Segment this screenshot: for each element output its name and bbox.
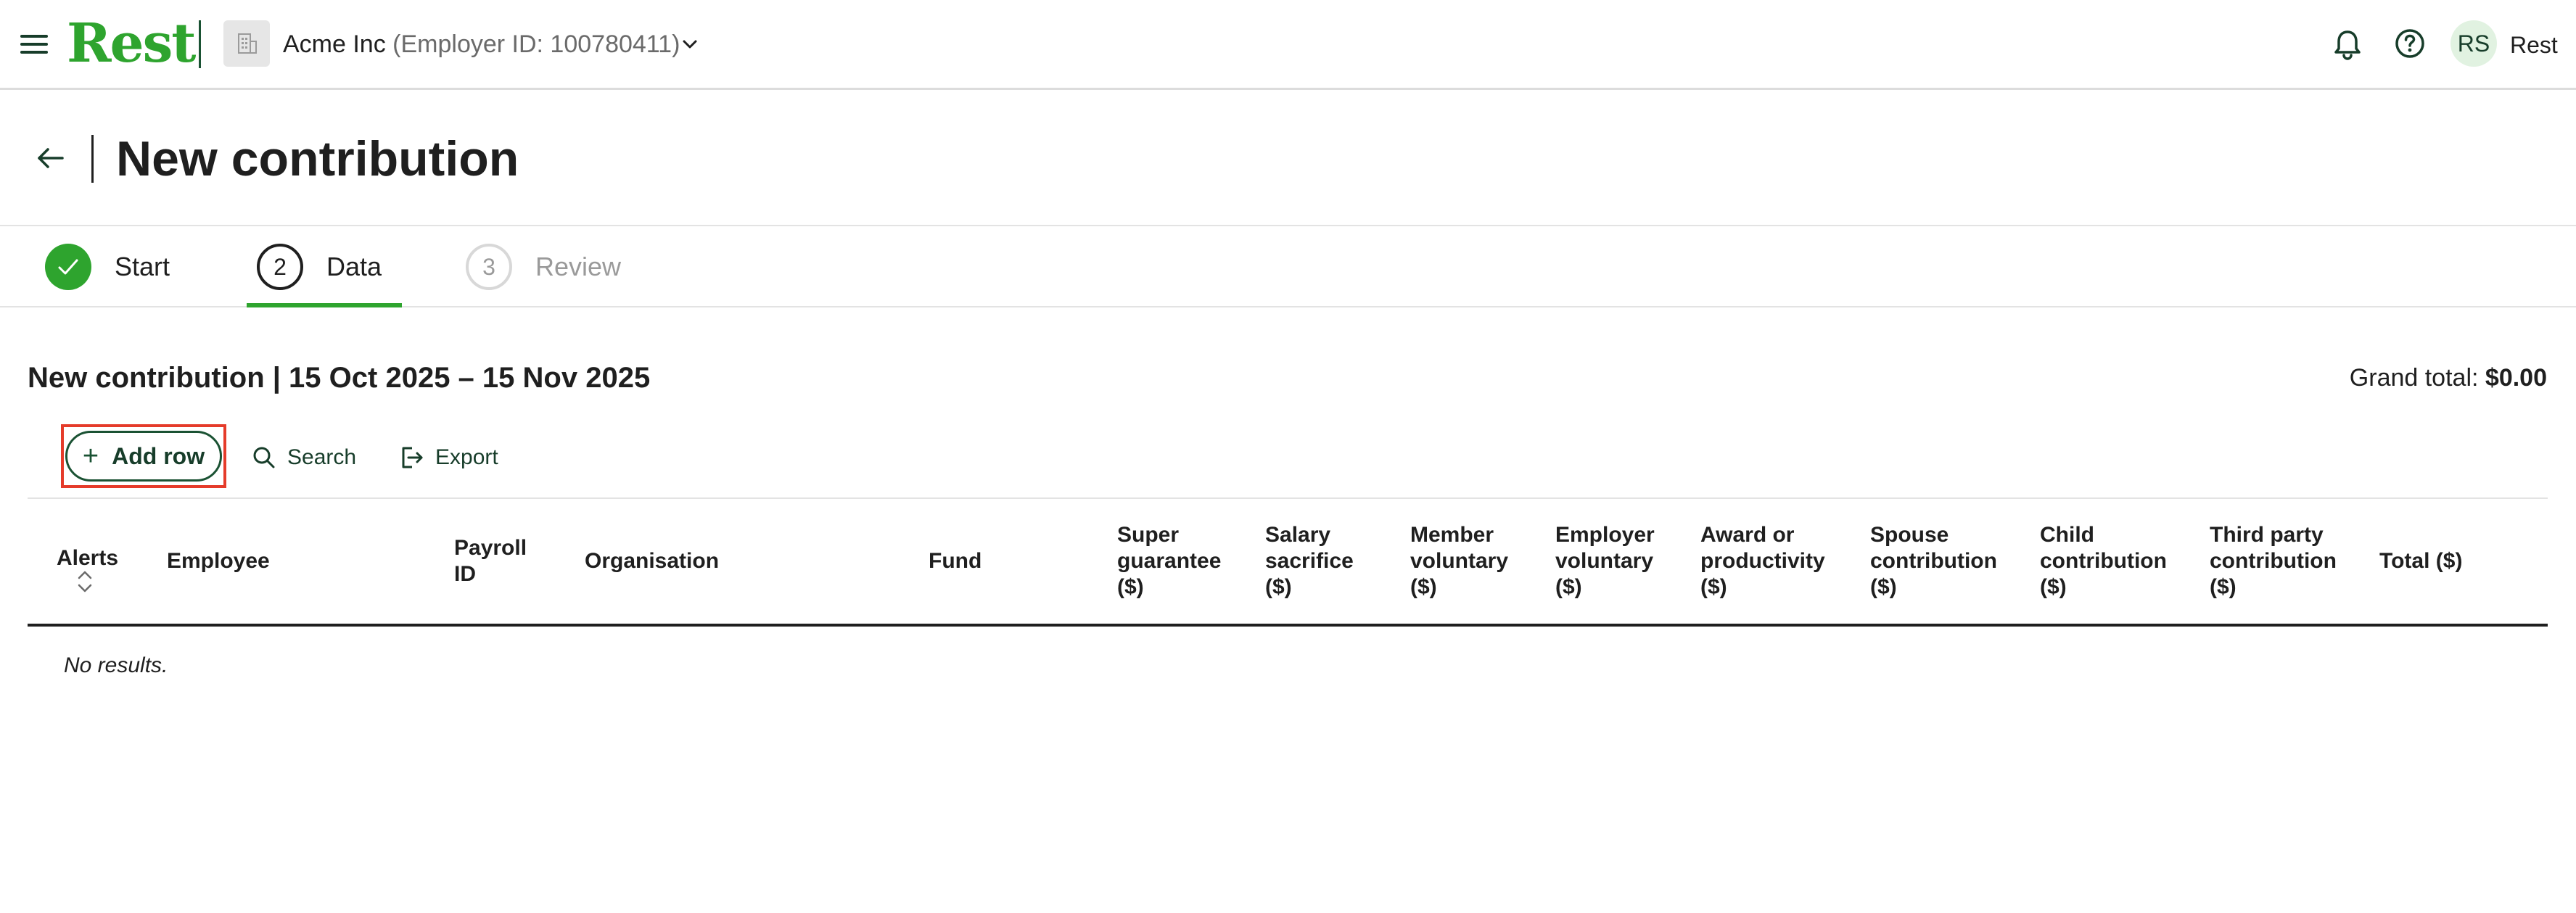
step-label: Start xyxy=(115,252,170,281)
user-name[interactable]: Rest xyxy=(2510,30,2558,59)
grand-total-label: Grand total: xyxy=(2349,364,2479,392)
empty-table-message: No results. xyxy=(64,653,168,677)
column-header-spouse-contribution[interactable]: Spouse contribution ($) xyxy=(1870,522,1997,600)
step-start[interactable]: Start xyxy=(45,226,170,307)
step-label: Data xyxy=(326,252,382,281)
step-number: 2 xyxy=(257,244,303,290)
column-header-organisation[interactable]: Organisation xyxy=(585,548,719,574)
search-button[interactable]: Search xyxy=(251,439,356,476)
column-header-fund[interactable]: Fund xyxy=(929,548,982,574)
title-divider xyxy=(91,135,94,183)
export-label: Export xyxy=(435,445,498,469)
grand-total: Grand total: $0.00 xyxy=(2350,361,2547,394)
column-header-award-productivity[interactable]: Award or productivity ($) xyxy=(1700,522,1825,600)
back-arrow-icon[interactable] xyxy=(33,142,68,174)
column-header-member-voluntary[interactable]: Member voluntary ($) xyxy=(1410,522,1508,600)
column-header-total[interactable]: Total ($) xyxy=(2379,548,2462,574)
step-number: 3 xyxy=(466,244,512,290)
chevron-down-icon[interactable] xyxy=(678,32,702,57)
contributions-table-header: Alerts Employee Payroll ID Organisation … xyxy=(28,497,2548,627)
employer-selector[interactable]: Acme Inc (Employer ID: 100780411) xyxy=(283,29,680,59)
step-data[interactable]: 2 Data xyxy=(257,226,382,307)
employer-id: (Employer ID: 100780411) xyxy=(392,30,680,58)
column-header-salary-sacrifice[interactable]: Salary sacrifice ($) xyxy=(1265,522,1354,600)
employer-name: Acme Inc xyxy=(283,30,386,58)
help-icon[interactable] xyxy=(2394,28,2426,59)
contribution-period-title: New contribution | 15 Oct 2025 – 15 Nov … xyxy=(28,362,651,394)
active-step-indicator xyxy=(247,303,402,307)
column-header-payroll-id[interactable]: Payroll ID xyxy=(454,535,527,587)
column-header-child-contribution[interactable]: Child contribution ($) xyxy=(2040,522,2167,600)
notification-bell-icon[interactable] xyxy=(2332,28,2363,61)
grand-total-value: $0.00 xyxy=(2485,364,2547,392)
rest-logo[interactable]: Rest xyxy=(67,10,196,77)
plus-icon: + xyxy=(82,441,99,471)
column-header-super-guarantee[interactable]: Super guarantee ($) xyxy=(1117,522,1221,600)
step-label: Review xyxy=(535,252,622,281)
top-header: Rest Acme Inc (Employer ID: 100780411) R… xyxy=(0,0,2576,90)
header-divider xyxy=(199,20,201,68)
menu-icon[interactable] xyxy=(20,32,48,57)
search-label: Search xyxy=(287,445,357,469)
export-button[interactable]: Export xyxy=(398,439,498,476)
export-icon xyxy=(402,447,423,468)
column-header-third-party-contribution[interactable]: Third party contribution ($) xyxy=(2210,522,2337,600)
step-review[interactable]: 3 Review xyxy=(466,226,621,307)
sort-icon[interactable] xyxy=(74,566,96,598)
page-title: New contribution xyxy=(116,131,519,186)
add-row-label: Add row xyxy=(112,442,205,469)
search-icon xyxy=(253,447,275,468)
building-icon xyxy=(223,20,270,67)
add-row-button[interactable]: + Add row xyxy=(65,431,222,482)
user-avatar[interactable]: RS xyxy=(2451,20,2497,67)
checkmark-icon xyxy=(45,244,91,290)
progress-stepper: Start 2 Data 3 Review xyxy=(0,225,2576,307)
column-header-employee[interactable]: Employee xyxy=(167,548,270,574)
column-header-employer-voluntary[interactable]: Employer voluntary ($) xyxy=(1555,522,1655,600)
